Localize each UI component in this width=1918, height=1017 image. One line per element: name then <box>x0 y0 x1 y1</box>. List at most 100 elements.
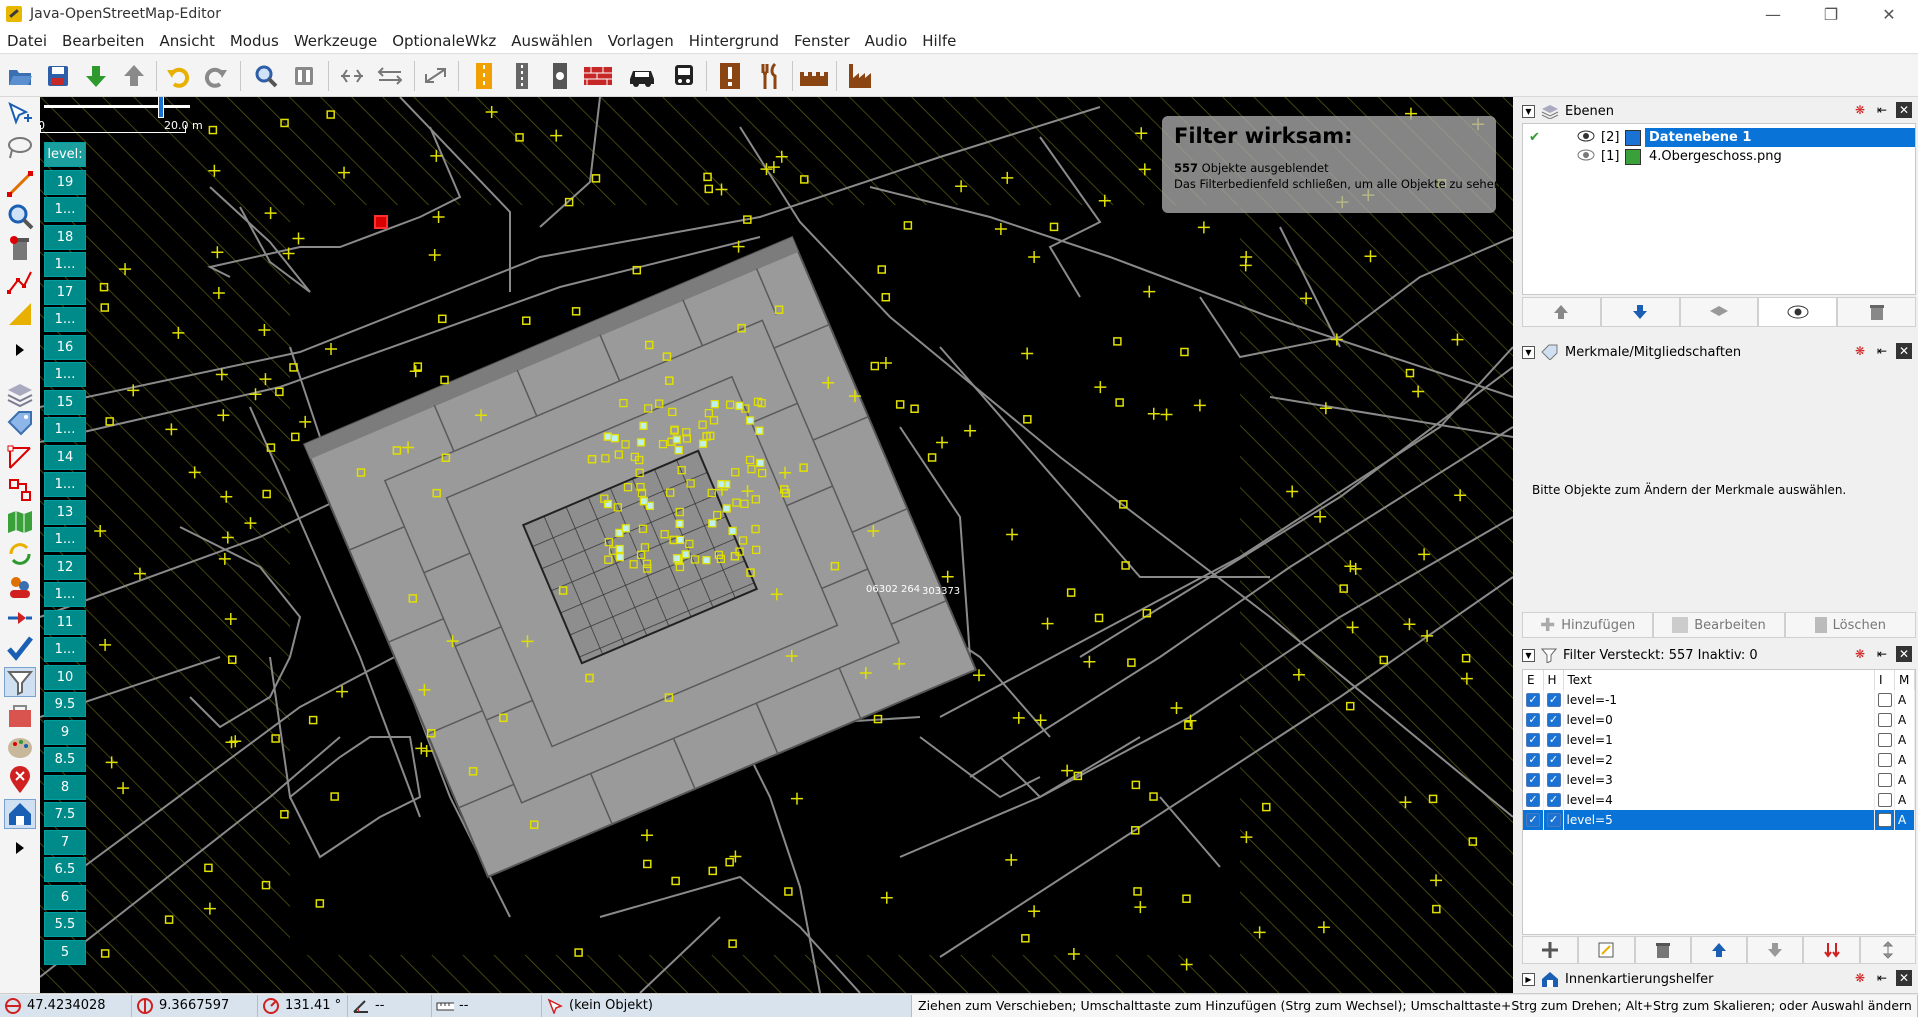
level-button[interactable]: 1... <box>44 637 86 662</box>
enable-checkbox[interactable]: ✓ <box>1526 693 1540 707</box>
level-button[interactable]: 16 <box>44 334 86 360</box>
menu-werkzeuge[interactable]: Werkzeuge <box>287 32 385 50</box>
move-down-icon[interactable] <box>1600 297 1680 327</box>
filter-toggle-icon[interactable] <box>4 667 36 697</box>
enable-checkbox[interactable]: ✓ <box>1526 733 1540 747</box>
invert-checkbox[interactable] <box>1878 713 1892 727</box>
save-icon[interactable] <box>42 60 74 92</box>
hide-checkbox[interactable]: ✓ <box>1546 773 1561 787</box>
car-icon[interactable] <box>626 60 658 92</box>
level-button[interactable]: 5.5 <box>44 912 86 937</box>
level-button[interactable]: 6 <box>44 884 86 910</box>
menu-ansicht[interactable]: Ansicht <box>152 32 222 50</box>
level-button[interactable]: 1... <box>44 197 86 222</box>
level-button[interactable]: 5 <box>44 939 86 965</box>
expand-toolbar-2-icon[interactable] <box>4 833 36 863</box>
show-hide-icon[interactable] <box>1758 297 1838 327</box>
filter-text[interactable]: level=0 <box>1563 710 1875 730</box>
col-i[interactable]: I <box>1874 670 1895 690</box>
close-icon[interactable]: ✕ <box>1860 0 1918 28</box>
delete-filter-icon[interactable] <box>1634 936 1691 964</box>
add-tag-button[interactable]: ✚ Hinzufügen <box>1522 612 1654 638</box>
invert-checkbox[interactable] <box>1878 693 1892 707</box>
level-button[interactable]: 15 <box>44 389 86 415</box>
draw-mode-icon[interactable] <box>4 169 36 199</box>
close-panel-icon[interactable]: ✕ <box>1896 102 1912 118</box>
invert-checkbox[interactable] <box>1878 733 1892 747</box>
detach-icon[interactable]: ⇤ <box>1874 102 1890 118</box>
zoom-icon[interactable] <box>250 60 282 92</box>
filter-mode[interactable]: A <box>1894 790 1915 810</box>
level-button[interactable]: 1... <box>44 417 86 442</box>
filter-mode[interactable]: A <box>1894 690 1915 710</box>
level-button[interactable]: 1... <box>44 472 86 497</box>
filter-text[interactable]: level=2 <box>1563 750 1875 770</box>
filter-row[interactable]: ✓ ✓ level=-1 A <box>1523 690 1915 710</box>
filter-row[interactable]: ✓ ✓ level=0 A <box>1523 710 1915 730</box>
relations-icon[interactable] <box>4 443 36 473</box>
merge-layer-icon[interactable] <box>1679 297 1759 327</box>
filter-mode[interactable]: A <box>1894 730 1915 750</box>
conflict-icon[interactable] <box>4 539 36 569</box>
detach-icon[interactable]: ⇤ <box>1874 970 1890 986</box>
level-button[interactable]: 13 <box>44 499 86 525</box>
hide-checkbox[interactable]: ✓ <box>1546 693 1561 707</box>
history-icon[interactable] <box>4 701 36 731</box>
menu-hilfe[interactable]: Hilfe <box>915 32 964 50</box>
layer-name[interactable]: Datenebene 1 <box>1645 128 1915 147</box>
col-h[interactable]: H <box>1543 670 1564 690</box>
help-icon[interactable]: ❋ <box>1852 102 1868 118</box>
menu-auswaehlen[interactable]: Auswählen <box>504 32 600 50</box>
level-button[interactable]: 7.5 <box>44 802 86 827</box>
filter-mode[interactable]: A <box>1894 710 1915 730</box>
expand-icon[interactable]: ▶ <box>1522 972 1535 986</box>
filter-mode[interactable]: A <box>1894 750 1915 770</box>
collapse-icon[interactable]: ▼ <box>1522 104 1535 118</box>
factory-icon[interactable] <box>846 60 878 92</box>
hide-checkbox[interactable]: ✓ <box>1546 713 1561 727</box>
commands-icon[interactable] <box>4 603 36 633</box>
reverse-icon[interactable] <box>420 60 452 92</box>
col-m[interactable]: M <box>1894 670 1915 690</box>
delete-layer-icon[interactable] <box>1837 297 1916 327</box>
enable-checkbox[interactable]: ✓ <box>1526 753 1540 767</box>
filter-row[interactable]: ✓ ✓ level=3 A <box>1523 770 1915 790</box>
menu-audio[interactable]: Audio <box>858 32 916 50</box>
level-button[interactable]: 1... <box>44 307 86 332</box>
move-up-icon[interactable] <box>1522 297 1601 327</box>
hide-checkbox[interactable]: ✓ <box>1546 813 1561 827</box>
maximize-icon[interactable]: ❐ <box>1802 0 1860 28</box>
menu-modus[interactable]: Modus <box>223 32 287 50</box>
lasso-mode-icon[interactable] <box>4 133 36 163</box>
download-icon[interactable] <box>80 60 112 92</box>
menu-optionalewkz[interactable]: OptionaleWkz <box>385 32 504 50</box>
map-canvas[interactable] <box>40 97 1513 993</box>
preferences-icon[interactable] <box>288 60 320 92</box>
filter-row[interactable]: ✓ ✓ level=4 A <box>1523 790 1915 810</box>
crossing-icon[interactable] <box>506 60 538 92</box>
hide-checkbox[interactable]: ✓ <box>1546 793 1561 807</box>
bus-icon[interactable] <box>668 60 700 92</box>
filter-up-icon[interactable] <box>1690 936 1748 964</box>
enable-checkbox[interactable]: ✓ <box>1526 773 1540 787</box>
layer-row[interactable]: ✔ [2] Datenebene 1 <box>1523 128 1915 147</box>
split-icon[interactable] <box>336 60 368 92</box>
filter-sort-icon[interactable] <box>1803 936 1860 964</box>
restaurant-icon[interactable] <box>754 60 786 92</box>
combine-icon[interactable] <box>374 60 406 92</box>
level-button[interactable]: 18 <box>44 224 86 250</box>
validate-icon[interactable] <box>4 633 36 663</box>
notes-icon[interactable] <box>4 765 36 795</box>
filter-mode[interactable]: A <box>1894 810 1915 830</box>
castle-icon[interactable] <box>798 60 830 92</box>
enable-checkbox[interactable]: ✓ <box>1526 793 1540 807</box>
level-button[interactable]: 7 <box>44 829 86 855</box>
mappaint-icon[interactable] <box>4 733 36 763</box>
road-icon[interactable] <box>468 60 500 92</box>
hide-checkbox[interactable]: ✓ <box>1546 733 1561 747</box>
open-icon[interactable] <box>4 60 36 92</box>
select-mode-icon[interactable] <box>4 99 36 129</box>
filter-expand-icon[interactable] <box>1859 936 1916 964</box>
level-button[interactable]: 8 <box>44 774 86 800</box>
enable-checkbox[interactable]: ✓ <box>1526 713 1540 727</box>
